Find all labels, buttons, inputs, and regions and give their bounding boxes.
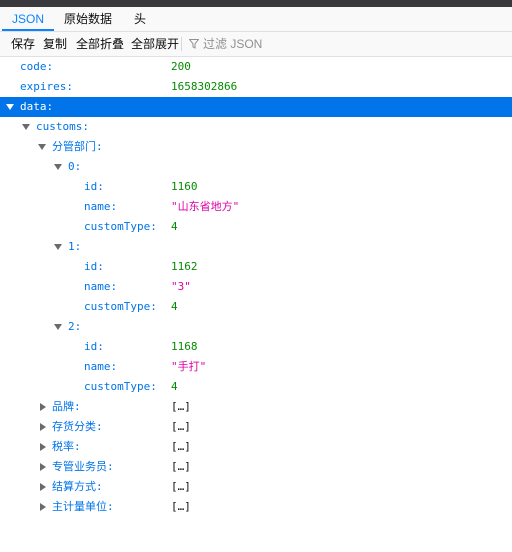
- tree-value: 200: [171, 60, 191, 73]
- tree-value: […]: [171, 400, 191, 413]
- tree-row-id[interactable]: id: 1160: [0, 177, 512, 197]
- tree-value: 4: [171, 220, 178, 233]
- tree-value: 1160: [171, 180, 198, 193]
- tree-value: […]: [171, 440, 191, 453]
- tree-value: "手打": [171, 360, 207, 373]
- tree-value: 1658302866: [171, 80, 238, 93]
- tree-row-dept[interactable]: 分管部门:: [0, 137, 512, 157]
- expanded-arrow-icon[interactable]: [38, 144, 46, 150]
- tree-row-code[interactable]: code: 200: [0, 57, 512, 77]
- tree-row-name[interactable]: name: "3": [0, 277, 512, 297]
- tree-key: 2:: [68, 320, 82, 333]
- filter-placeholder: 过滤 JSON: [203, 37, 263, 51]
- tree-value: 4: [171, 300, 178, 313]
- toolbar-divider: [181, 37, 182, 51]
- tree-row-index[interactable]: 0:: [0, 157, 512, 177]
- collapsed-arrow-icon[interactable]: [40, 443, 46, 451]
- tree-row-index[interactable]: 2:: [0, 317, 512, 337]
- tree-row-id[interactable]: id: 1162: [0, 257, 512, 277]
- copy-button[interactable]: 复制: [41, 35, 69, 53]
- tree-key: 主计量单位:: [52, 500, 114, 513]
- tree-key: customs:: [36, 120, 89, 133]
- tree-key: 存货分类:: [52, 420, 103, 433]
- tree-value: 1162: [171, 260, 198, 273]
- tree-key: id:: [84, 180, 104, 193]
- filter-json-input[interactable]: 过滤 JSON: [186, 35, 386, 53]
- expanded-arrow-icon[interactable]: [54, 164, 62, 170]
- collapse-all-button[interactable]: 全部折叠: [74, 35, 126, 53]
- tree-row-customtype[interactable]: customType: 4: [0, 377, 512, 397]
- tree-row-customtype[interactable]: customType: 4: [0, 297, 512, 317]
- tree-key: id:: [84, 340, 104, 353]
- collapsed-arrow-icon[interactable]: [40, 483, 46, 491]
- expand-all-button[interactable]: 全部展开: [129, 35, 181, 53]
- tree-key: customType:: [84, 220, 157, 233]
- collapsed-arrow-icon[interactable]: [40, 423, 46, 431]
- tree-row-customs[interactable]: customs:: [0, 117, 512, 137]
- expanded-arrow-icon[interactable]: [54, 324, 62, 330]
- tree-value: "山东省地方": [171, 200, 240, 213]
- tree-row-name[interactable]: name: "山东省地方": [0, 197, 512, 217]
- tree-key: data:: [20, 100, 54, 113]
- tree-key: name:: [84, 360, 118, 373]
- tree-row-data[interactable]: data:: [0, 97, 512, 117]
- tree-row-brand[interactable]: 品牌: […]: [0, 397, 512, 417]
- json-toolbar: 保存 复制 全部折叠 全部展开 过滤 JSON: [0, 32, 512, 57]
- tree-key: name:: [84, 280, 118, 293]
- tree-key: id:: [84, 260, 104, 273]
- tree-value: […]: [171, 500, 191, 513]
- collapsed-arrow-icon[interactable]: [40, 463, 46, 471]
- tree-key: 0:: [68, 160, 82, 173]
- tree-row-salesperson[interactable]: 专管业务员: […]: [0, 457, 512, 477]
- tree-row-expires[interactable]: expires: 1658302866: [0, 77, 512, 97]
- tree-value: 1168: [171, 340, 198, 353]
- tree-value: "3": [171, 280, 191, 293]
- tree-key: customType:: [84, 380, 157, 393]
- expanded-arrow-icon[interactable]: [54, 244, 62, 250]
- tree-row-inventory-category[interactable]: 存货分类: […]: [0, 417, 512, 437]
- tab-headers[interactable]: 头: [124, 7, 156, 31]
- tree-value: 4: [171, 380, 178, 393]
- tree-value: […]: [171, 420, 191, 433]
- tab-json[interactable]: JSON: [2, 7, 55, 31]
- tree-row-tax-rate[interactable]: 税率: […]: [0, 437, 512, 457]
- viewer-tab-bar: JSON 原始数据 头: [0, 7, 512, 32]
- tree-key: customType:: [84, 300, 157, 313]
- tree-key: 1:: [68, 240, 82, 253]
- tree-key: 品牌:: [52, 400, 81, 413]
- filter-icon: [189, 39, 199, 49]
- collapsed-arrow-icon[interactable]: [40, 403, 46, 411]
- save-button[interactable]: 保存: [9, 35, 37, 53]
- tree-value: […]: [171, 480, 191, 493]
- expanded-arrow-icon[interactable]: [22, 124, 30, 130]
- window-top-strip: [0, 0, 512, 7]
- tree-key: name:: [84, 200, 118, 213]
- expanded-arrow-icon[interactable]: [6, 104, 14, 110]
- tab-raw-data[interactable]: 原始数据: [54, 7, 122, 31]
- tree-value: […]: [171, 460, 191, 473]
- tree-key: 税率:: [52, 440, 81, 453]
- tree-row-settlement[interactable]: 结算方式: […]: [0, 477, 512, 497]
- tree-key: expires:: [20, 80, 73, 93]
- tree-row-index[interactable]: 1:: [0, 237, 512, 257]
- tree-row-id[interactable]: id: 1168: [0, 337, 512, 357]
- tree-key: code:: [20, 60, 54, 73]
- tree-row-unit[interactable]: 主计量单位: […]: [0, 497, 512, 517]
- tree-key: 结算方式:: [52, 480, 103, 493]
- tree-row-name[interactable]: name: "手打": [0, 357, 512, 377]
- collapsed-arrow-icon[interactable]: [40, 503, 46, 511]
- tree-row-customtype[interactable]: customType: 4: [0, 217, 512, 237]
- tree-key: 专管业务员:: [52, 460, 114, 473]
- tree-key: 分管部门:: [52, 140, 103, 153]
